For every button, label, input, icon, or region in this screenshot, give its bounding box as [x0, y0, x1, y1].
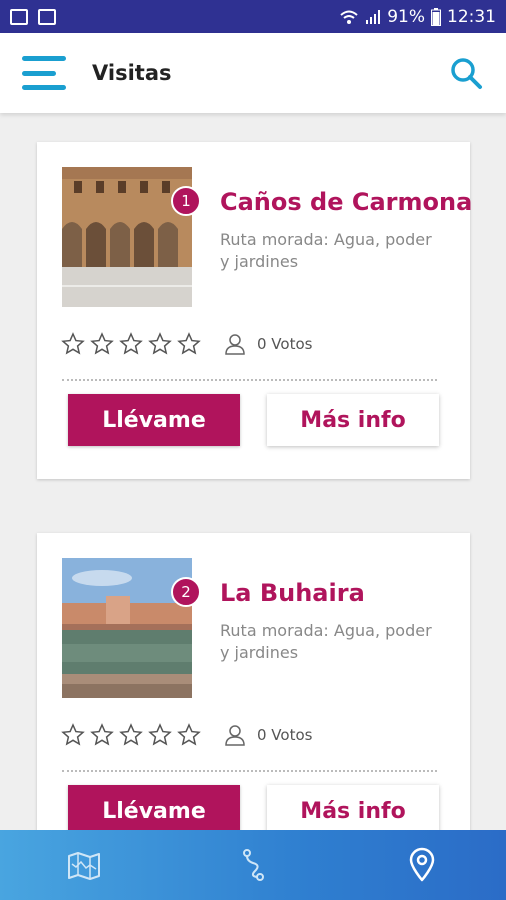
download-notification-icon — [38, 8, 56, 25]
menu-icon[interactable] — [22, 56, 66, 90]
route-subtitle: Ruta morada: Agua, poder y jardines — [220, 621, 432, 662]
visit-card: 1 Caños de Carmona Ruta morada: Agua, po… — [37, 142, 472, 479]
visit-number-badge: 1 — [171, 186, 201, 216]
status-bar: 91% 12:31 — [0, 0, 506, 33]
battery-percent: 91% — [387, 6, 425, 27]
app-bar: Visitas — [0, 33, 506, 113]
divider — [62, 379, 437, 381]
bottom-nav — [0, 830, 506, 900]
star-icon[interactable] — [119, 723, 143, 747]
star-icon[interactable] — [177, 723, 201, 747]
wifi-icon — [340, 10, 358, 24]
place-photo[interactable] — [62, 558, 192, 698]
page-title: Visitas — [92, 61, 172, 85]
place-title[interactable]: La Buhaira — [220, 579, 365, 607]
user-icon — [225, 334, 245, 355]
location-pin-icon[interactable] — [404, 847, 440, 883]
nav-map[interactable] — [0, 830, 169, 900]
votes-count: 0 Votos — [257, 335, 313, 353]
star-icon[interactable] — [90, 723, 114, 747]
clock: 12:31 — [447, 6, 496, 27]
votes: 0 Votos — [223, 723, 312, 747]
star-icon[interactable] — [119, 332, 143, 356]
user-icon — [225, 725, 245, 746]
take-me-button[interactable]: Llévame — [68, 394, 240, 446]
battery-icon — [431, 7, 441, 26]
star-icon[interactable] — [90, 332, 114, 356]
star-icon[interactable] — [148, 332, 172, 356]
nav-route[interactable] — [169, 830, 338, 900]
route-subtitle: Ruta morada: Agua, poder y jardines — [220, 230, 432, 271]
star-icon[interactable] — [148, 723, 172, 747]
map-icon[interactable] — [66, 847, 102, 883]
place-photo[interactable] — [62, 167, 192, 307]
star-rating[interactable] — [61, 332, 201, 356]
star-rating[interactable] — [61, 723, 201, 747]
place-title[interactable]: Caños de Carmona — [220, 188, 472, 216]
route-icon[interactable] — [235, 847, 271, 883]
votes-count: 0 Votos — [257, 726, 313, 744]
notification-icons — [10, 8, 56, 25]
more-info-button[interactable]: Más info — [267, 394, 439, 446]
visit-card: 2 La Buhaira Ruta morada: Agua, poder y … — [37, 533, 470, 863]
divider — [62, 770, 437, 772]
nav-location[interactable] — [337, 830, 506, 900]
visit-number-badge: 2 — [171, 577, 201, 607]
votes: 0 Votos — [223, 332, 312, 356]
star-icon[interactable] — [61, 723, 85, 747]
search-icon[interactable] — [448, 55, 484, 91]
star-icon[interactable] — [61, 332, 85, 356]
star-icon[interactable] — [177, 332, 201, 356]
image-notification-icon — [10, 8, 28, 25]
signal-icon — [366, 9, 381, 24]
